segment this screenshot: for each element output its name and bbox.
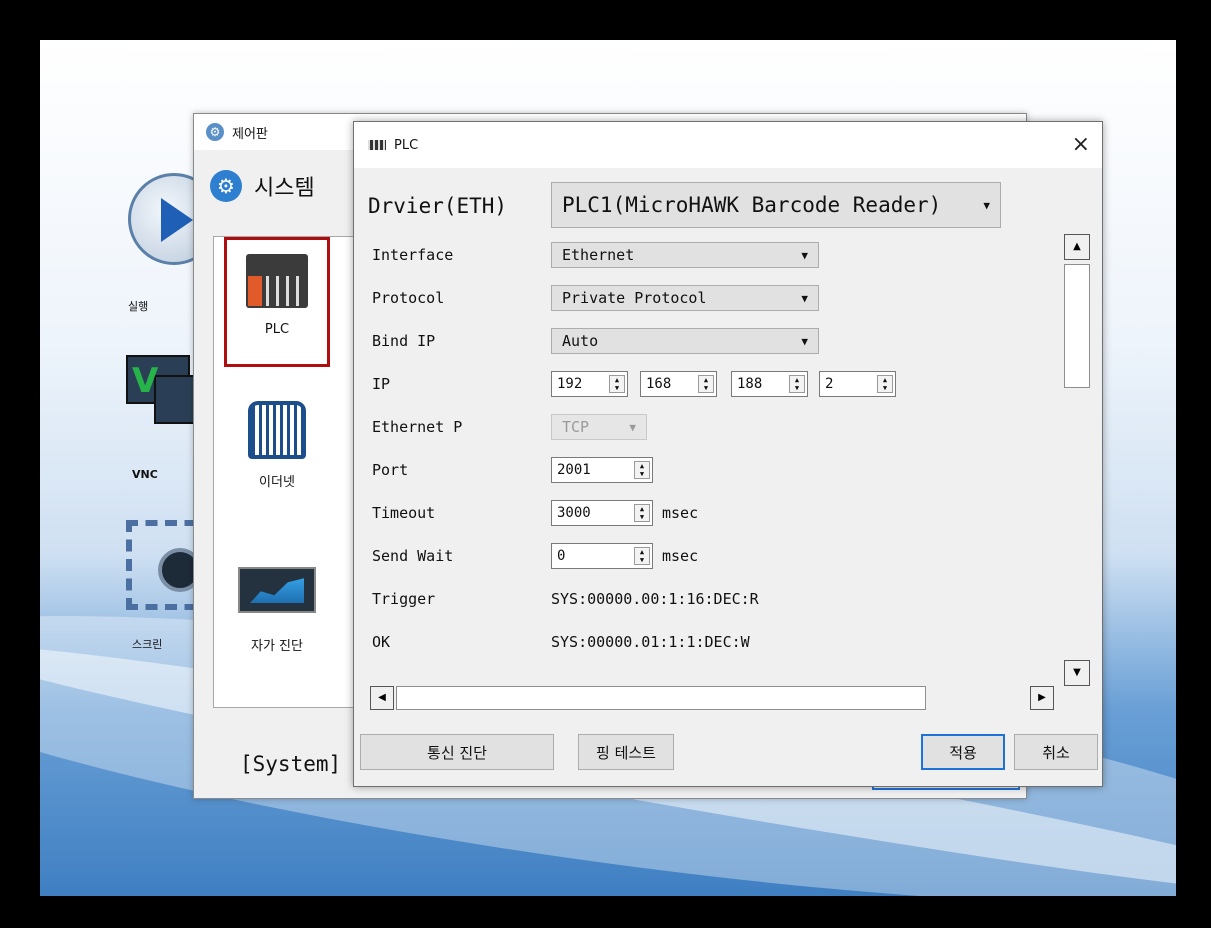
port-value: 2001 [557, 462, 591, 478]
panel-item-self-diagnosis-label: 자가 진단 [251, 639, 303, 654]
ping-test-button[interactable]: 핑 테스트 [578, 734, 674, 770]
send-wait-stepper[interactable]: 0 ▲ ▼ [551, 543, 653, 569]
gear-icon: ⚙ [206, 123, 224, 141]
system-label: [System] [240, 752, 342, 776]
ok-value: SYS:00000.01:1:1:DEC:W [551, 633, 750, 651]
chevron-down-icon: ▼ [983, 198, 990, 212]
vnc-label: VNC [132, 468, 158, 481]
interface-label: Interface [372, 246, 454, 264]
ethernet-port-icon [248, 401, 306, 459]
ip-octet-2[interactable]: 168 ▲ ▼ [640, 371, 717, 397]
scroll-left-icon[interactable]: ◀ [370, 686, 394, 710]
control-panel-header-title: 시스템 [254, 176, 315, 201]
send-wait-label: Send Wait [372, 547, 454, 565]
horizontal-scrollbar[interactable]: ◀ ▶ [370, 686, 1056, 712]
plc-small-icon [368, 140, 386, 150]
spin-updown-icon[interactable]: ▲ ▼ [609, 375, 625, 393]
chart-icon [238, 567, 316, 613]
spin-updown-icon[interactable]: ▲ ▼ [634, 547, 650, 565]
cancel-button[interactable]: 취소 [1014, 734, 1098, 770]
scroll-up-icon[interactable]: ▲ [1064, 234, 1090, 260]
control-panel-header: ⚙ 시스템 [210, 170, 315, 202]
port-label: Port [372, 461, 409, 479]
trigger-value: SYS:00000.00:1:16:DEC:R [551, 590, 759, 608]
interface-select-value: Ethernet [562, 246, 635, 264]
scroll-right-icon[interactable]: ▶ [1030, 686, 1054, 710]
ip-octet-1-value: 192 [557, 376, 583, 392]
control-panel-item-list: PLC 이더넷 자가 진단 [213, 236, 365, 708]
chevron-down-icon: ▼ [801, 291, 808, 305]
dialog-button-row: 통신 진단 핑 테스트 적용 취소 [354, 734, 1102, 776]
spin-updown-icon[interactable]: ▲ ▼ [634, 504, 650, 522]
protocol-label: Protocol [372, 289, 445, 307]
control-panel-title: 제어판 [232, 126, 268, 142]
timeout-stepper[interactable]: 3000 ▲ ▼ [551, 500, 653, 526]
bind-ip-select-value: Auto [562, 332, 599, 350]
scroll-down-icon[interactable]: ▼ [1064, 660, 1090, 686]
chevron-down-icon: ▼ [629, 420, 636, 434]
apply-button[interactable]: 적용 [921, 734, 1005, 770]
ip-octet-3-value: 188 [737, 376, 763, 392]
screenshot-label: 스크린 [132, 638, 163, 651]
plc-dialog-titlebar: PLC × [354, 122, 1102, 168]
panel-item-self-diagnosis[interactable]: 자가 진단 [224, 561, 330, 654]
run-label: 실행 [128, 300, 149, 313]
bind-ip-select[interactable]: Auto ▼ [551, 328, 819, 354]
ok-label: OK [372, 633, 391, 651]
vertical-scroll-thumb[interactable] [1064, 264, 1090, 388]
ethernet-p-label: Ethernet P [372, 418, 463, 436]
timeout-value: 3000 [557, 505, 591, 521]
ip-octet-1[interactable]: 192 ▲ ▼ [551, 371, 628, 397]
driver-label: Drvier(ETH) [368, 194, 508, 218]
bind-ip-label: Bind IP [372, 332, 436, 350]
vertical-scrollbar[interactable]: ▲ ▼ [1056, 234, 1092, 686]
ip-octet-3[interactable]: 188 ▲ ▼ [731, 371, 808, 397]
ethernet-p-select-value: TCP [562, 418, 590, 436]
panel-item-plc[interactable]: PLC [224, 237, 330, 367]
ethernet-p-select: TCP ▼ [551, 414, 647, 440]
panel-item-ethernet-label: 이더넷 [259, 475, 295, 490]
timeout-label: Timeout [372, 504, 436, 522]
interface-select[interactable]: Ethernet ▼ [551, 242, 819, 268]
send-wait-unit: msec [662, 547, 699, 565]
chevron-down-icon: ▼ [801, 248, 808, 262]
send-wait-value: 0 [557, 548, 566, 564]
driver-select-value: PLC1(MicroHAWK Barcode Reader) [562, 193, 942, 217]
settings-rows: Interface Ethernet ▼ Protocol Private Pr… [354, 232, 1054, 682]
ip-octet-4-value: 2 [825, 376, 834, 392]
protocol-select[interactable]: Private Protocol ▼ [551, 285, 819, 311]
panel-item-ethernet[interactable]: 이더넷 [224, 395, 330, 490]
plc-dialog-title: PLC [394, 137, 419, 153]
comm-diagnosis-button[interactable]: 통신 진단 [360, 734, 554, 770]
ip-label: IP [372, 375, 391, 393]
spin-updown-icon[interactable]: ▲ ▼ [634, 461, 650, 479]
horizontal-scroll-thumb[interactable] [396, 686, 926, 710]
system-gear-icon: ⚙ [210, 170, 242, 202]
driver-select[interactable]: PLC1(MicroHAWK Barcode Reader) ▼ [551, 182, 1001, 228]
ip-octet-2-value: 168 [646, 376, 672, 392]
close-icon[interactable]: × [1072, 132, 1090, 157]
spin-updown-icon[interactable]: ▲ ▼ [877, 375, 893, 393]
plc-icon [246, 254, 308, 308]
protocol-select-value: Private Protocol [562, 289, 707, 307]
plc-dialog: PLC × Drvier(ETH) PLC1(MicroHAWK Barcode… [353, 121, 1103, 787]
spin-updown-icon[interactable]: ▲ ▼ [698, 375, 714, 393]
spin-updown-icon[interactable]: ▲ ▼ [789, 375, 805, 393]
port-stepper[interactable]: 2001 ▲ ▼ [551, 457, 653, 483]
ip-octet-4[interactable]: 2 ▲ ▼ [819, 371, 896, 397]
panel-item-plc-label: PLC [264, 322, 290, 337]
timeout-unit: msec [662, 504, 699, 522]
trigger-label: Trigger [372, 590, 436, 608]
chevron-down-icon: ▼ [801, 334, 808, 348]
